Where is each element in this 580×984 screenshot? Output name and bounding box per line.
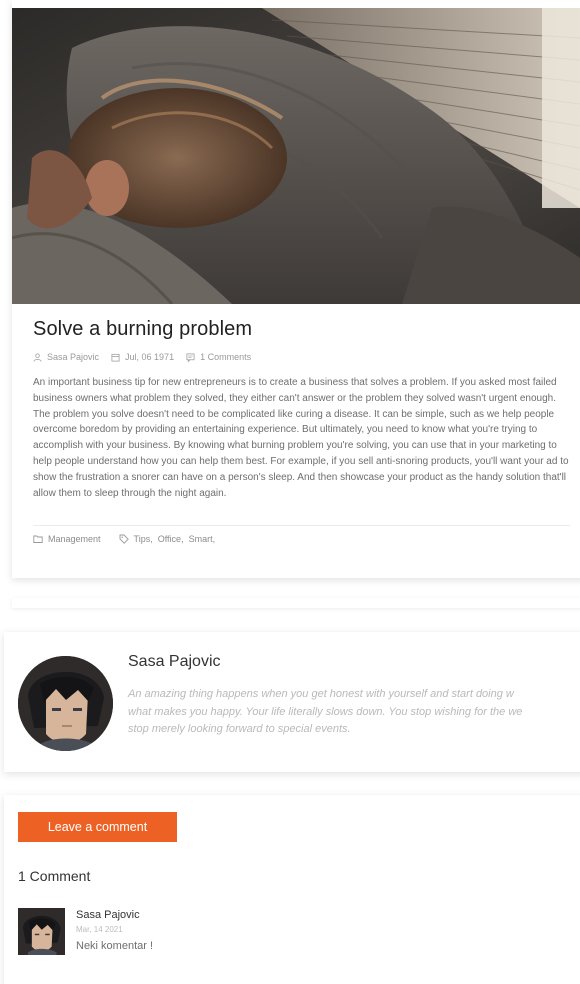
category-link[interactable]: Management [48,534,101,544]
tag-link[interactable]: Tips, [134,534,153,544]
comment-avatar [18,908,65,955]
author-bio-line: what makes you happy. Your life literall… [128,705,523,718]
comment-author: Sasa Pajovic [76,909,140,921]
meta-date-label: Jul, 06 1971 [125,352,175,362]
comment-date: Mar, 14 2021 [76,925,123,934]
meta-date: Jul, 06 1971 [111,352,174,362]
tag-link[interactable]: Office, [158,534,184,544]
post-title[interactable]: Solve a burning problem [33,318,252,341]
post-divider [33,525,570,526]
empty-card [12,598,580,608]
user-icon [33,352,42,362]
post-meta: Sasa Pajovic Jul, 06 1971 1 Comments [33,352,251,362]
calendar-icon [111,353,120,362]
comments-section: Leave a comment 1 Comment Sasa Pajovic M… [4,795,580,984]
post-taxonomy: Management Tips, Office, Smart, [33,534,215,544]
author-bio: An amazing thing happens when you get ho… [128,686,580,739]
post-card: Solve a burning problem Sasa Pajovic Jul… [12,0,580,578]
author-bio-line: An amazing thing happens when you get ho… [128,688,514,700]
tag-link[interactable]: Smart, [189,534,216,544]
folder-icon [33,535,43,543]
comment-icon [186,352,195,362]
post-body: An important business tip for new entrep… [33,377,569,499]
meta-comments-label: 1 Comments [200,352,252,362]
author-name: Sasa Pajovic [128,653,221,670]
author-bio-line: stop merely looking forward to special e… [128,723,351,735]
leave-comment-button[interactable]: Leave a comment [18,812,177,842]
meta-author[interactable]: Sasa Pajovic [33,352,99,362]
tag-icon [119,534,129,544]
post-featured-image[interactable] [12,8,580,304]
comment-count: 1 Comment [18,868,91,884]
comment-text: Neki komentar ! [76,940,154,952]
author-avatar [18,656,113,751]
meta-comments[interactable]: 1 Comments [186,352,251,362]
meta-author-label: Sasa Pajovic [47,352,100,362]
author-box: Sasa Pajovic An amazing thing happens wh… [4,632,580,772]
